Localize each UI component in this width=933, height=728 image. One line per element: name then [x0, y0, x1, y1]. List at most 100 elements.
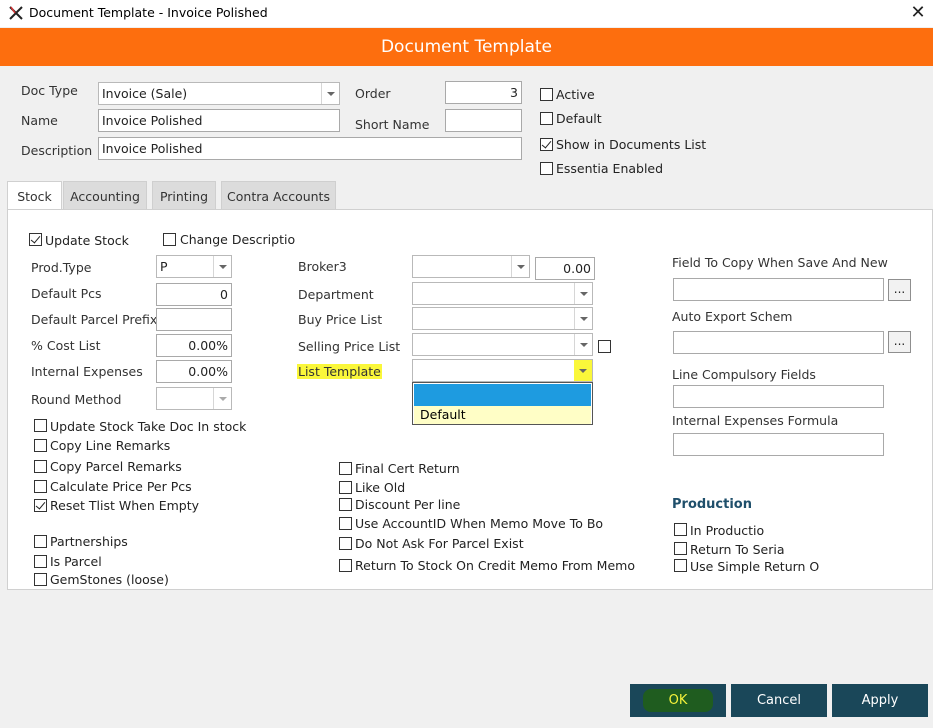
short-name-field[interactable]	[445, 109, 522, 132]
return-to-stock-label: Return To Stock On Credit Memo From Memo	[355, 558, 635, 573]
prod-type-value: P	[160, 259, 168, 274]
prod-type-label: Prod.Type	[31, 260, 92, 275]
line-compulsory-label: Line Compulsory Fields	[672, 367, 816, 382]
app-logo-icon	[9, 6, 23, 20]
final-cert-return-label: Final Cert Return	[355, 461, 460, 476]
list-template-label: List Template	[297, 364, 382, 379]
tab-printing[interactable]: Printing	[152, 181, 216, 210]
default-parcel-prefix-field[interactable]	[156, 308, 232, 331]
discount-per-line-checkbox[interactable]	[339, 498, 352, 511]
field-to-copy-browse-button[interactable]: ...	[888, 279, 911, 301]
is-parcel-label: Is Parcel	[50, 554, 102, 569]
gemstones-label: GemStones (loose)	[50, 572, 169, 587]
name-field[interactable]: Invoice Polished	[98, 109, 340, 132]
buy-price-list-select[interactable]	[412, 307, 593, 330]
cancel-button[interactable]: Cancel	[731, 684, 827, 717]
calculate-price-label: Calculate Price Per Pcs	[50, 479, 192, 494]
default-parcel-prefix-label: Default Parcel Prefix	[31, 312, 158, 327]
like-old-checkbox[interactable]	[339, 481, 352, 494]
round-method-select[interactable]	[156, 387, 232, 410]
update-stock-label: Update Stock	[45, 233, 129, 248]
in-production-checkbox[interactable]	[674, 523, 687, 536]
name-label: Name	[21, 113, 58, 128]
internal-expenses-field[interactable]: 0.00%	[156, 360, 232, 383]
copy-parcel-remarks-checkbox[interactable]	[34, 460, 47, 473]
use-accountid-label: Use AccountID When Memo Move To Bo	[355, 516, 604, 531]
default-checkbox[interactable]	[540, 112, 553, 125]
list-template-select[interactable]	[412, 359, 593, 382]
buy-price-list-label: Buy Price List	[298, 312, 383, 327]
final-cert-return-checkbox[interactable]	[339, 462, 352, 475]
copy-parcel-remarks-label: Copy Parcel Remarks	[50, 459, 182, 474]
chevron-down-icon	[213, 256, 231, 277]
internal-expenses-formula-field[interactable]	[673, 433, 884, 456]
default-label: Default	[556, 111, 602, 126]
chevron-down-icon	[574, 360, 592, 381]
chevron-down-icon	[511, 256, 529, 277]
internal-expenses-formula-label: Internal Expenses Formula	[672, 413, 839, 428]
reset-tlist-label: Reset Tlist When Empty	[50, 498, 200, 513]
round-method-label: Round Method	[31, 392, 122, 407]
is-parcel-checkbox[interactable]	[34, 555, 47, 568]
description-field[interactable]: Invoice Polished	[98, 137, 522, 160]
close-icon[interactable]: ✕	[906, 1, 930, 25]
doc-type-value: Invoice (Sale)	[102, 86, 188, 101]
department-select[interactable]	[412, 282, 593, 305]
prod-type-select[interactable]: P	[156, 255, 232, 278]
page-title: Document Template	[0, 28, 933, 66]
reset-tlist-checkbox[interactable]	[34, 499, 47, 512]
like-old-label: Like Old	[355, 480, 406, 495]
doc-type-select[interactable]: Invoice (Sale)	[98, 82, 340, 105]
default-pcs-field[interactable]: 0	[156, 283, 232, 306]
auto-export-browse-button[interactable]: ...	[888, 331, 911, 353]
do-not-ask-parcel-label: Do Not Ask For Parcel Exist	[355, 536, 524, 551]
auto-export-field[interactable]	[673, 331, 884, 354]
window-title: Document Template - Invoice Polished	[29, 5, 268, 20]
tab-stock[interactable]: Stock	[7, 181, 62, 211]
cost-list-field[interactable]: 0.00%	[156, 334, 232, 357]
return-to-stock-checkbox[interactable]	[339, 559, 352, 572]
use-simple-return-checkbox[interactable]	[674, 559, 687, 572]
update-stock-checkbox[interactable]	[29, 233, 42, 246]
calculate-price-checkbox[interactable]	[34, 480, 47, 493]
copy-line-remarks-checkbox[interactable]	[34, 439, 47, 452]
dropdown-option-default[interactable]: Default	[414, 406, 591, 424]
change-description-checkbox[interactable]	[163, 233, 176, 246]
order-field[interactable]: 3	[445, 81, 522, 104]
production-heading: Production	[672, 497, 752, 512]
gemstones-checkbox[interactable]	[34, 573, 47, 586]
selling-price-list-checkbox[interactable]	[598, 340, 611, 353]
selling-price-list-select[interactable]	[412, 333, 593, 356]
chevron-down-icon	[574, 283, 592, 304]
field-to-copy-field[interactable]	[673, 278, 884, 301]
update-stock-take-label: Update Stock Take Doc In stock	[50, 419, 247, 434]
broker3-select[interactable]	[412, 255, 530, 278]
tab-contra-accounts[interactable]: Contra Accounts	[221, 181, 336, 210]
discount-per-line-label: Discount Per line	[355, 497, 461, 512]
dropdown-option-blank[interactable]	[414, 384, 591, 406]
active-checkbox[interactable]	[540, 88, 553, 101]
ok-button[interactable]: OK	[630, 684, 726, 717]
use-simple-return-label: Use Simple Return O	[690, 559, 820, 574]
cost-list-label: % Cost List	[31, 338, 101, 353]
line-compulsory-field[interactable]	[673, 385, 884, 408]
show-in-documents-checkbox[interactable]	[540, 138, 553, 151]
selling-price-list-label: Selling Price List	[298, 339, 401, 354]
partnerships-checkbox[interactable]	[34, 535, 47, 548]
show-in-documents-label: Show in Documents List	[556, 137, 707, 152]
use-accountid-checkbox[interactable]	[339, 517, 352, 530]
tab-accounting[interactable]: Accounting	[63, 181, 147, 210]
department-label: Department	[298, 287, 374, 302]
do-not-ask-parcel-checkbox[interactable]	[339, 537, 352, 550]
update-stock-take-checkbox[interactable]	[34, 419, 47, 432]
default-pcs-label: Default Pcs	[31, 286, 102, 301]
return-to-serial-checkbox[interactable]	[674, 542, 687, 555]
essentia-enabled-checkbox[interactable]	[540, 162, 553, 175]
broker3-amount-field[interactable]: 0.00	[535, 257, 595, 280]
order-label: Order	[355, 86, 391, 101]
internal-expenses-label: Internal Expenses	[31, 364, 143, 379]
description-label: Description	[21, 143, 93, 158]
broker3-label: Broker3	[298, 259, 347, 274]
chevron-down-icon	[321, 83, 339, 104]
apply-button[interactable]: Apply	[832, 684, 928, 717]
